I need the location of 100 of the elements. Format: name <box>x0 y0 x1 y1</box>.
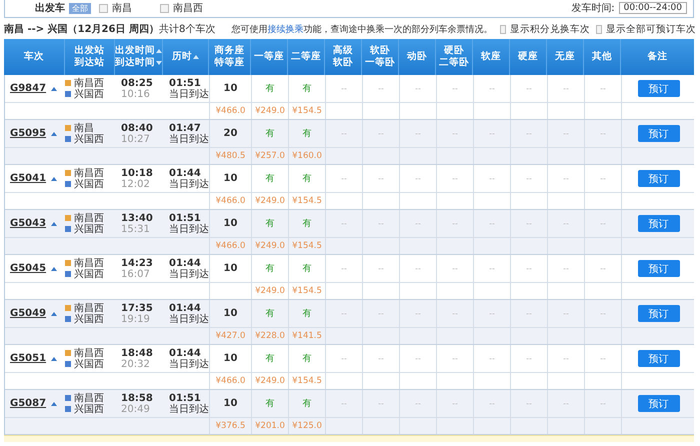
column-header: 软卧 <box>333 57 353 69</box>
sort-up-icon[interactable] <box>156 48 162 54</box>
column-header: 硬座 <box>518 51 538 63</box>
arrival-station: 兴国西 <box>74 404 104 414</box>
expand-icon[interactable] <box>51 176 58 180</box>
column-header: 到达站 <box>74 57 104 69</box>
arrival-time: 19:19 <box>121 314 150 324</box>
expand-icon[interactable] <box>51 356 58 360</box>
expand-icon[interactable] <box>51 222 58 226</box>
seat-availability: -- <box>415 309 421 318</box>
departure-station: 南昌西 <box>74 168 104 178</box>
seat-availability: -- <box>526 354 532 363</box>
expand-icon[interactable] <box>51 402 58 406</box>
book-button[interactable]: 预订 <box>638 260 680 277</box>
train-number-link[interactable]: G5051 <box>10 353 46 364</box>
seat-availability: -- <box>489 219 495 228</box>
seat-availability: -- <box>341 264 347 273</box>
sort-up-icon[interactable] <box>193 54 199 60</box>
train-number-link[interactable]: G5049 <box>10 308 46 319</box>
seat-availability: -- <box>452 354 458 363</box>
arrival-day: 当日到达 <box>169 314 209 324</box>
seat-availability: -- <box>452 309 458 318</box>
route-summary: 南昌 --> 兴国（12月26日 周四）共计8个车次 <box>4 22 216 36</box>
book-button[interactable]: 预订 <box>638 125 680 142</box>
duration: 01:51 <box>169 392 201 404</box>
price: ¥249.0 <box>255 241 285 251</box>
book-button[interactable]: 预订 <box>638 395 680 412</box>
column-header: 其他 <box>592 51 612 63</box>
station-option-label: 南昌 <box>112 2 132 15</box>
seat-availability: -- <box>378 129 384 138</box>
expand-icon[interactable] <box>51 312 58 316</box>
seat-availability: 20 <box>224 128 238 139</box>
price: ¥249.0 <box>255 376 285 386</box>
expand-icon[interactable] <box>51 86 58 90</box>
price: ¥466.0 <box>216 376 246 386</box>
train-number-link[interactable]: G5095 <box>10 128 46 139</box>
time-select[interactable]: 00:00--24:00 <box>618 2 687 14</box>
seat-availability: 有 <box>302 82 312 95</box>
seat-availability: -- <box>378 399 384 408</box>
departure-station: 南昌西 <box>74 78 104 88</box>
seat-availability: -- <box>526 84 532 93</box>
seat-availability: 有 <box>266 308 274 320</box>
departure-time: 08:40 <box>121 122 153 134</box>
train-number-link[interactable]: G5043 <box>10 218 46 229</box>
book-button[interactable]: 预订 <box>638 80 680 97</box>
sort-down-icon[interactable] <box>156 60 162 66</box>
arrival-station: 兴国西 <box>74 314 104 324</box>
checkbox[interactable] <box>596 24 602 34</box>
seat-availability: 10 <box>224 353 238 364</box>
column-header[interactable]: 到达时间 <box>115 57 155 69</box>
column-header[interactable]: 出发时间 <box>115 45 155 57</box>
train-number-link[interactable]: G9847 <box>10 83 46 94</box>
checkbox[interactable] <box>99 4 108 12</box>
train-number-link[interactable]: G5045 <box>10 263 46 274</box>
price: ¥228.0 <box>255 331 285 341</box>
seat-availability: -- <box>378 84 384 93</box>
price: ¥466.0 <box>216 196 246 206</box>
seat-availability: -- <box>378 354 384 363</box>
departure-time: 13:40 <box>121 212 153 224</box>
book-button[interactable]: 预订 <box>638 215 680 232</box>
departure-station: 南昌西 <box>74 212 104 224</box>
seat-availability: -- <box>526 264 532 273</box>
checkbox[interactable] <box>500 24 506 34</box>
seat-availability: -- <box>489 354 495 363</box>
checkbox[interactable] <box>160 4 169 12</box>
book-button[interactable]: 预订 <box>638 305 680 322</box>
seat-availability: -- <box>415 174 421 183</box>
seat-availability: 10 <box>224 173 238 184</box>
seat-availability: 有 <box>302 128 312 140</box>
transfer-link[interactable]: 接续换乘 <box>267 24 304 34</box>
station-option-label: 南昌西 <box>173 2 203 15</box>
seat-availability: -- <box>415 84 421 93</box>
seat-availability: 有 <box>266 262 274 275</box>
seat-availability: 10 <box>224 398 238 409</box>
column-header: 一等座 <box>254 51 284 63</box>
column-header[interactable]: 历时 <box>172 51 192 63</box>
duration: 01:44 <box>169 302 201 314</box>
seat-availability: -- <box>452 219 458 228</box>
train-number-link[interactable]: G5041 <box>10 173 46 184</box>
seat-availability: -- <box>563 399 569 408</box>
all-tag[interactable]: 全部 <box>69 2 91 14</box>
seat-availability: -- <box>489 309 495 318</box>
seat-availability: -- <box>378 264 384 273</box>
book-button[interactable]: 预订 <box>638 350 680 367</box>
price: ¥427.0 <box>216 331 246 341</box>
column-header: 动卧 <box>407 51 427 63</box>
column-header: 软座 <box>481 51 501 63</box>
seat-availability: 10 <box>224 263 238 274</box>
price: ¥466.0 <box>216 106 246 116</box>
arrival-day: 当日到达 <box>169 224 209 234</box>
seat-availability: -- <box>452 174 458 183</box>
seat-availability: -- <box>600 129 606 138</box>
seat-availability: -- <box>489 174 495 183</box>
expand-icon[interactable] <box>51 132 58 136</box>
seat-availability: -- <box>526 309 532 318</box>
train-number-link[interactable]: G5087 <box>10 398 46 409</box>
expand-icon[interactable] <box>51 266 58 270</box>
book-button[interactable]: 预订 <box>638 170 680 187</box>
arrival-station: 兴国西 <box>74 268 104 280</box>
price: ¥466.0 <box>216 241 246 251</box>
